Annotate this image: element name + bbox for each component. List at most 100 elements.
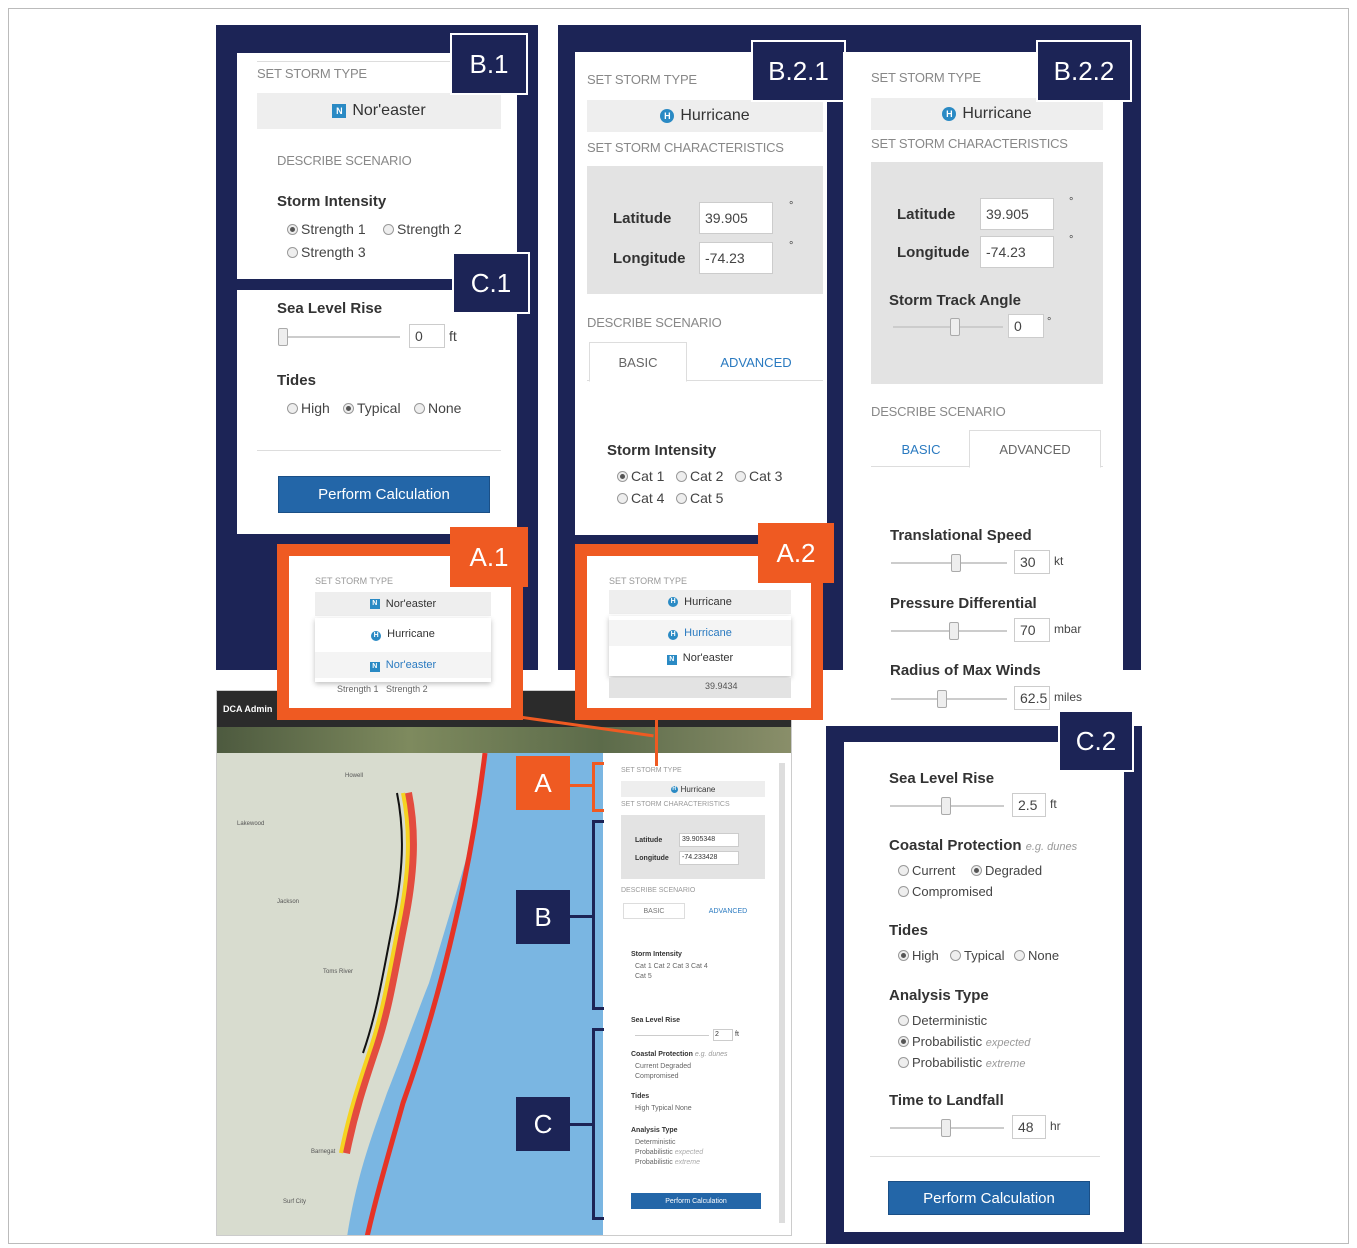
perform-calculation-button[interactable]: Perform Calculation: [278, 476, 490, 513]
radius-max-winds-thumb[interactable]: [937, 690, 947, 708]
tides-high-radio[interactable]: High: [898, 948, 939, 963]
analysis-probabilistic-expected-radio[interactable]: Probabilistic expected: [635, 1149, 703, 1156]
storm-type-select[interactable]: N Nor'easter: [315, 592, 491, 616]
tides-high-radio[interactable]: High: [287, 400, 330, 416]
dropdown-option-hurricane[interactable]: H Hurricane: [315, 628, 491, 641]
radius-max-winds-slider[interactable]: [891, 698, 1007, 700]
radius-max-winds-input[interactable]: 62.5: [1014, 686, 1050, 710]
tides-typical-radio[interactable]: Typical: [343, 400, 401, 416]
cat-3-radio[interactable]: Cat 3: [735, 468, 782, 484]
dropdown-option-noreaster[interactable]: N Nor'easter: [315, 652, 491, 678]
analysis-probabilistic-expected-radio[interactable]: Probabilistic expected: [898, 1034, 1030, 1049]
latitude-input[interactable]: 39.905348: [679, 833, 739, 847]
tab-advanced[interactable]: ADVANCED: [693, 903, 763, 919]
tides-typical-radio[interactable]: Typical: [950, 948, 1004, 963]
tab-advanced[interactable]: ADVANCED: [701, 342, 811, 382]
tides-none-radio[interactable]: None: [414, 400, 461, 416]
strength-2-radio[interactable]: Strength 2: [383, 221, 462, 237]
longitude-input[interactable]: -74.23: [699, 242, 773, 274]
translational-speed-slider[interactable]: [891, 562, 1007, 564]
longitude-input[interactable]: -74.23: [980, 236, 1054, 268]
tab-advanced[interactable]: ADVANCED: [969, 430, 1101, 468]
time-to-landfall-input[interactable]: 48: [1012, 1115, 1046, 1139]
describe-scenario-heading: DESCRIBE SCENARIO: [621, 887, 696, 894]
cp-compromised-radio[interactable]: Compromised: [898, 884, 993, 899]
storm-type-select[interactable]: N Nor'easter: [257, 93, 501, 129]
noreaster-icon: N: [369, 662, 380, 672]
analysis-probabilistic-extreme-radio[interactable]: Probabilistic extreme: [635, 1159, 700, 1166]
storm-track-angle-unit: °: [1047, 316, 1052, 328]
set-storm-type-heading: SET STORM TYPE: [609, 576, 688, 586]
longitude-input[interactable]: -74.233428: [679, 851, 739, 865]
storm-type-select[interactable]: H Hurricane: [609, 590, 791, 614]
cat-5-radio[interactable]: Cat 5: [676, 490, 723, 506]
longitude-label: Longitude: [613, 250, 686, 267]
cat-radios[interactable]: Cat 1 Cat 2 Cat 3 Cat 4: [635, 963, 708, 970]
tab-basic[interactable]: BASIC: [873, 430, 969, 468]
pressure-differential-input[interactable]: 70: [1014, 618, 1050, 642]
strength-3-radio[interactable]: Strength 3: [287, 244, 366, 260]
cp-current-radio[interactable]: Current: [898, 863, 955, 878]
cat-4-radio[interactable]: Cat 4: [617, 490, 664, 506]
translational-speed-thumb[interactable]: [951, 554, 961, 572]
analysis-probabilistic-extreme-radio[interactable]: Probabilistic extreme: [898, 1055, 1025, 1070]
describe-scenario-heading: DESCRIBE SCENARIO: [277, 153, 412, 168]
storm-type-select[interactable]: H Hurricane: [621, 781, 765, 797]
pressure-differential-unit: mbar: [1054, 622, 1082, 636]
strength-1-radio[interactable]: Strength 1: [287, 221, 366, 237]
cat-2-radio[interactable]: Cat 2: [676, 468, 723, 484]
storm-track-angle-slider[interactable]: [893, 326, 1003, 328]
label-b: B: [516, 890, 570, 944]
longitude-label: Longitude: [635, 855, 669, 862]
latitude-input[interactable]: 39.905: [980, 198, 1054, 230]
tides-radios[interactable]: High Typical None: [635, 1105, 692, 1112]
tides-none-radio[interactable]: None: [1014, 948, 1059, 963]
cp-radios[interactable]: Current Degraded: [635, 1063, 691, 1070]
radius-max-winds-label: Radius of Max Winds: [890, 662, 1041, 679]
hurricane-icon: H: [371, 631, 382, 641]
tides-label: Tides: [889, 922, 928, 939]
sea-level-rise-input[interactable]: 2.5: [1012, 793, 1046, 817]
sidebar-scrollbar[interactable]: [779, 763, 785, 1223]
noreaster-icon: N: [332, 104, 347, 118]
storm-type-select[interactable]: H Hurricane: [587, 100, 823, 132]
label-b22: B.2.2: [1036, 40, 1132, 102]
describe-scenario-heading: DESCRIBE SCENARIO: [587, 315, 722, 330]
storm-track-angle-thumb[interactable]: [950, 318, 960, 336]
cat-1-radio[interactable]: Cat 1: [617, 468, 664, 484]
sea-level-rise-input[interactable]: 2: [713, 1029, 733, 1041]
latitude-input[interactable]: 39.905: [699, 202, 773, 234]
storm-track-angle-input[interactable]: 0: [1008, 314, 1044, 338]
app-title: DCA Admin: [223, 704, 273, 714]
characteristics-box: [621, 815, 765, 879]
perform-calculation-button[interactable]: Perform Calculation: [888, 1181, 1090, 1215]
latitude-label: Latitude: [635, 837, 663, 844]
sea-level-rise-input[interactable]: 0: [409, 324, 445, 348]
cp-compromised-radio[interactable]: Compromised: [635, 1073, 679, 1080]
translational-speed-input[interactable]: 30: [1014, 550, 1050, 574]
latitude-degree: °: [1069, 196, 1074, 208]
label-a1: A.1: [450, 527, 528, 587]
storm-type-select[interactable]: H Hurricane: [871, 98, 1103, 130]
tab-basic[interactable]: BASIC: [589, 342, 687, 382]
dropdown-option-noreaster[interactable]: N Nor'easter: [609, 652, 791, 665]
analysis-deterministic-radio[interactable]: Deterministic: [898, 1013, 987, 1028]
perform-calculation-button[interactable]: Perform Calculation: [631, 1193, 761, 1209]
sea-level-rise-slider[interactable]: [635, 1035, 709, 1036]
pressure-differential-thumb[interactable]: [949, 622, 959, 640]
dropdown-option-hurricane[interactable]: H Hurricane: [609, 620, 791, 646]
strength-radios-partial: Strength 1 Strength 2: [337, 684, 428, 694]
tides-label: Tides: [277, 372, 316, 389]
sea-level-rise-slider[interactable]: [282, 336, 400, 338]
sea-level-rise-thumb[interactable]: [278, 328, 288, 346]
time-to-landfall-thumb[interactable]: [941, 1119, 951, 1137]
tab-basic[interactable]: BASIC: [623, 903, 685, 919]
sea-level-rise-thumb[interactable]: [941, 797, 951, 815]
storm-type-dropdown: H Hurricane N Nor'easter: [609, 616, 791, 676]
cp-degraded-radio[interactable]: Degraded: [971, 863, 1042, 878]
place-label: Toms River: [323, 969, 353, 975]
bracket-b: [592, 820, 604, 1010]
cat-5-radio[interactable]: Cat 5: [635, 973, 652, 980]
storm-track-angle-label: Storm Track Angle: [889, 292, 1021, 309]
analysis-deterministic-radio[interactable]: Deterministic: [635, 1139, 675, 1146]
